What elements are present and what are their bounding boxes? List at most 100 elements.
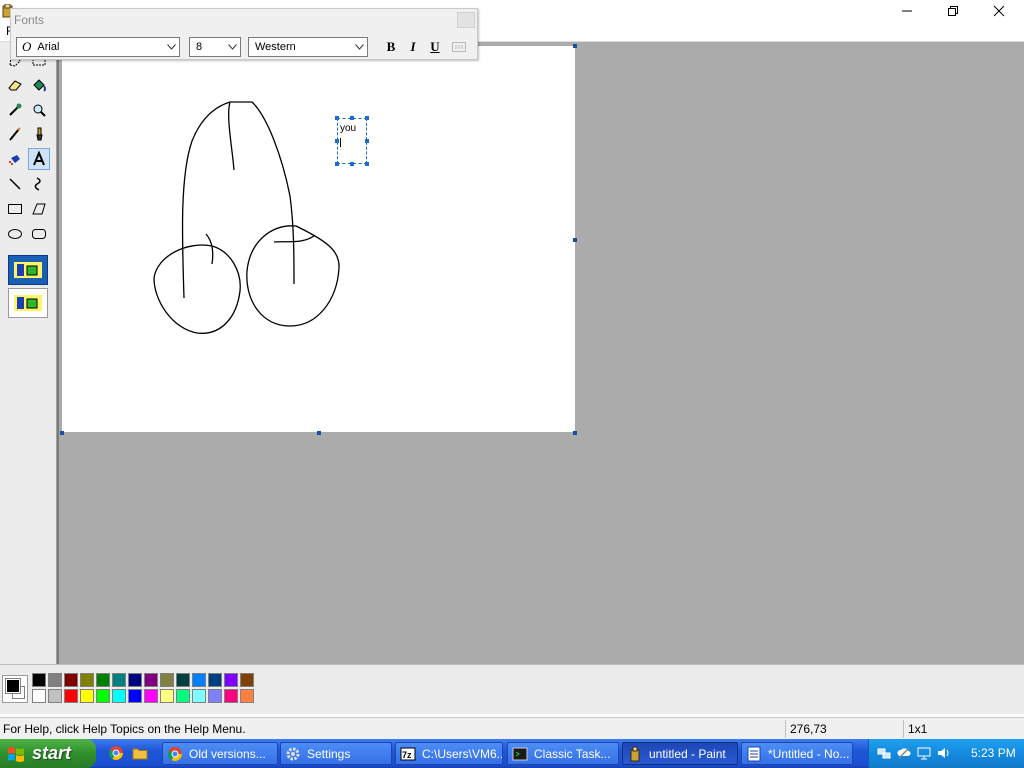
textbox-handle-ne[interactable] bbox=[365, 116, 369, 120]
textbox-handle-w[interactable] bbox=[335, 139, 339, 143]
color-swatch[interactable] bbox=[48, 689, 62, 703]
color-swatch[interactable] bbox=[80, 689, 94, 703]
polygon-icon bbox=[32, 203, 46, 215]
color-swatch[interactable] bbox=[64, 689, 78, 703]
rounded-rectangle-icon bbox=[32, 229, 46, 239]
brush-tool[interactable] bbox=[28, 123, 50, 145]
textbox-handle-se[interactable] bbox=[365, 162, 369, 166]
color-swatch[interactable] bbox=[192, 689, 206, 703]
color-swatch[interactable] bbox=[192, 673, 206, 687]
pencil-tool[interactable] bbox=[4, 123, 26, 145]
text-input-box[interactable]: you bbox=[335, 116, 369, 166]
current-colors[interactable] bbox=[2, 675, 28, 703]
opentype-font-icon: O bbox=[22, 39, 32, 54]
drawing-canvas[interactable]: you bbox=[62, 46, 575, 432]
canvas-resize-handle-e[interactable] bbox=[573, 238, 577, 242]
chrome-quicklaunch-icon[interactable] bbox=[108, 745, 124, 761]
textbox-text: you bbox=[340, 123, 357, 134]
task-settings[interactable]: Settings bbox=[280, 742, 392, 765]
rounded-rectangle-tool[interactable] bbox=[28, 223, 50, 245]
task-classic-task[interactable]: Classic Task... bbox=[507, 742, 619, 765]
monitor-icon[interactable] bbox=[917, 746, 931, 760]
fill-tool[interactable] bbox=[28, 74, 50, 96]
curve-tool[interactable] bbox=[28, 173, 50, 195]
rectangle-tool[interactable] bbox=[4, 198, 26, 220]
foreground-color bbox=[5, 678, 21, 694]
start-label: start bbox=[32, 743, 72, 763]
color-swatch[interactable] bbox=[64, 673, 78, 687]
task-untitled-notepad[interactable]: *Untitled - No... bbox=[741, 742, 853, 765]
cloud-sync-icon[interactable] bbox=[897, 746, 911, 760]
italic-button[interactable]: I bbox=[404, 39, 422, 55]
pick-color-tool[interactable] bbox=[4, 99, 26, 121]
fill-icon bbox=[33, 79, 46, 92]
color-box bbox=[0, 664, 1024, 714]
textbox-handle-nw[interactable] bbox=[335, 116, 339, 120]
bold-button[interactable]: B bbox=[382, 39, 400, 55]
canvas-resize-handle-se[interactable] bbox=[573, 431, 577, 435]
color-swatch[interactable] bbox=[128, 689, 142, 703]
textbox-handle-s[interactable] bbox=[350, 162, 354, 166]
task-label: untitled - Paint bbox=[649, 746, 726, 761]
color-swatch[interactable] bbox=[32, 673, 46, 687]
vertical-text-button[interactable] bbox=[450, 39, 468, 55]
color-swatch[interactable] bbox=[240, 673, 254, 687]
canvas-resize-handle-ne[interactable] bbox=[573, 44, 577, 48]
task-label: C:\Users\VM6... bbox=[422, 746, 503, 761]
line-tool[interactable] bbox=[4, 173, 26, 195]
color-swatch[interactable] bbox=[176, 689, 190, 703]
magnifier-tool[interactable] bbox=[28, 99, 50, 121]
task-7zip[interactable]: 7z C:\Users\VM6... bbox=[395, 742, 503, 765]
restore-button[interactable] bbox=[930, 0, 976, 22]
eraser-tool[interactable] bbox=[4, 74, 26, 96]
clock[interactable]: 5:23 PM bbox=[971, 746, 1016, 760]
text-tool[interactable] bbox=[28, 148, 50, 170]
canvas-resize-handle-s[interactable] bbox=[317, 431, 321, 435]
polygon-tool[interactable] bbox=[28, 198, 50, 220]
start-button[interactable]: start bbox=[0, 739, 96, 768]
color-swatch[interactable] bbox=[144, 689, 158, 703]
color-swatch[interactable] bbox=[48, 673, 62, 687]
color-swatch[interactable] bbox=[240, 689, 254, 703]
pencil-icon bbox=[9, 127, 21, 141]
color-swatch[interactable] bbox=[80, 673, 94, 687]
ellipse-tool[interactable] bbox=[4, 223, 26, 245]
underline-button[interactable]: U bbox=[426, 39, 444, 55]
task-old-versions[interactable]: Old versions... bbox=[162, 742, 278, 765]
textbox-handle-e[interactable] bbox=[365, 139, 369, 143]
eraser-icon bbox=[8, 80, 22, 91]
color-swatch[interactable] bbox=[224, 673, 238, 687]
color-swatch[interactable] bbox=[32, 689, 46, 703]
color-swatch[interactable] bbox=[160, 689, 174, 703]
windows-logo-icon bbox=[8, 746, 24, 762]
textbox-handle-sw[interactable] bbox=[335, 162, 339, 166]
canvas-resize-handle-sw[interactable] bbox=[60, 431, 64, 435]
font-script-select[interactable]: Western bbox=[248, 37, 368, 57]
color-swatch[interactable] bbox=[224, 689, 238, 703]
color-swatch[interactable] bbox=[176, 673, 190, 687]
color-swatch[interactable] bbox=[96, 689, 110, 703]
color-swatch[interactable] bbox=[208, 689, 222, 703]
font-size-select[interactable]: 8 bbox=[189, 37, 241, 57]
explorer-quicklaunch-icon[interactable] bbox=[132, 745, 148, 761]
color-swatch[interactable] bbox=[160, 673, 174, 687]
volume-icon[interactable] bbox=[937, 746, 951, 760]
font-name-select[interactable]: O Arial bbox=[16, 37, 180, 57]
color-swatch[interactable] bbox=[144, 673, 158, 687]
network-icon[interactable] bbox=[877, 746, 891, 760]
color-swatch[interactable] bbox=[112, 673, 126, 687]
transparent-background-option[interactable] bbox=[8, 288, 48, 318]
close-button[interactable] bbox=[976, 0, 1022, 22]
textbox-handle-n[interactable] bbox=[350, 116, 354, 120]
minimize-button[interactable] bbox=[884, 0, 930, 22]
color-swatch[interactable] bbox=[128, 673, 142, 687]
font-script-value: Western bbox=[255, 41, 296, 53]
color-swatch[interactable] bbox=[112, 689, 126, 703]
task-untitled-paint[interactable]: untitled - Paint bbox=[622, 742, 738, 765]
airbrush-tool[interactable] bbox=[4, 148, 26, 170]
color-swatch[interactable] bbox=[208, 673, 222, 687]
restore-icon bbox=[948, 6, 958, 16]
fonts-toolbar-close-button[interactable] bbox=[457, 12, 475, 28]
color-swatch[interactable] bbox=[96, 673, 110, 687]
opaque-background-option[interactable] bbox=[8, 255, 48, 285]
